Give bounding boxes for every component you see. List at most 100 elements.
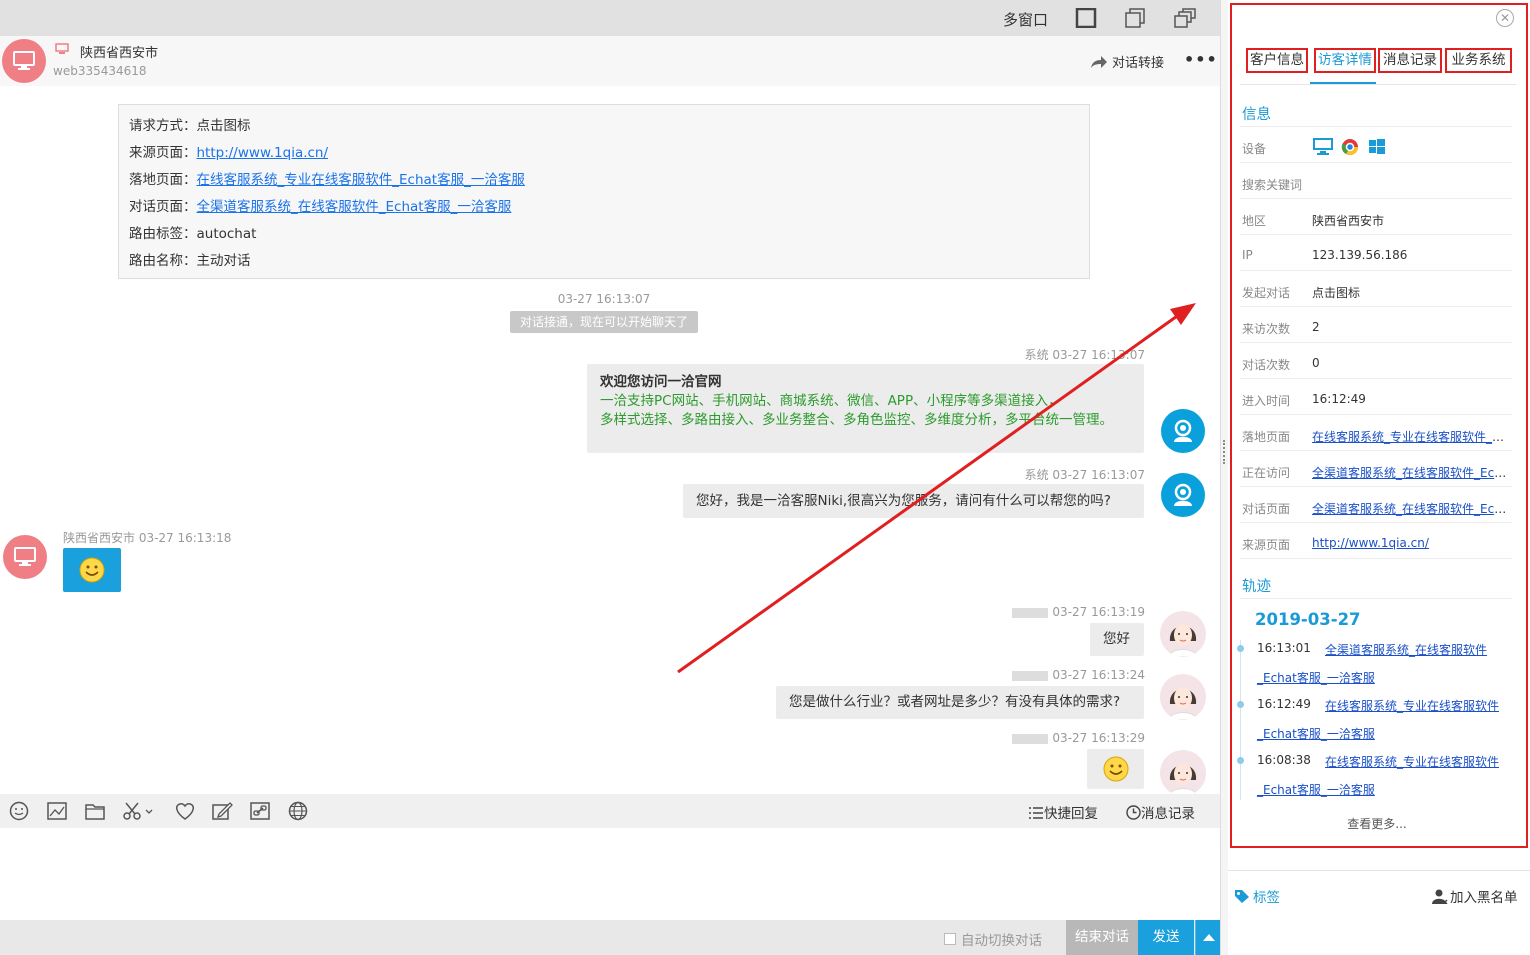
device-icons [1312, 136, 1510, 159]
agent-message-bubble [1087, 749, 1144, 789]
tab-message-log[interactable]: 消息记录 [1378, 48, 1442, 73]
landing-page-link[interactable]: 在线客服系统_专业在线客服软件_Echat客服_一洽客服 [197, 172, 525, 188]
tab-divider [1240, 84, 1516, 85]
timeline-dot [1237, 645, 1244, 652]
welcome-title: 欢迎您访问一洽官网 [600, 374, 722, 390]
timeline-dot [1237, 757, 1244, 764]
blurred-agent-name [1012, 670, 1049, 681]
see-more-link[interactable]: 查看更多... [1228, 815, 1526, 832]
multi-window-label[interactable]: 多窗口 [1003, 9, 1048, 30]
greeting-message-bubble: 您好，我是一洽客服Niki,很高兴为您服务，请问有什么可以帮您的吗? [683, 484, 1144, 518]
info-row-request: 请求方式：点击图标 [129, 118, 251, 134]
panel-splitter[interactable] [1220, 0, 1228, 955]
agent-message-bubble: 您是做什么行业？或者网址是多少？有没有具体的需求? [776, 686, 1144, 719]
agent-message-bubble: 您好 [1090, 623, 1144, 656]
triple-window-icon[interactable] [1174, 8, 1196, 28]
drag-handle[interactable] [1223, 440, 1225, 464]
welcome-line: 一洽支持PC网站、手机网站、商城系统、微信、APP、小程序等多渠道接入， [600, 393, 1062, 409]
visitor-avatar [2, 39, 46, 83]
info-row-current: 正在访问 全渠道客服系统_在线客服软件_Ech... [1240, 451, 1512, 487]
window-topbar: 多窗口 [0, 0, 1220, 36]
link-icon[interactable] [249, 801, 271, 821]
info-row-route-tag: 路由标签：autochat [129, 226, 257, 242]
windows-icon [1368, 139, 1385, 154]
screenshot-icon[interactable] [122, 801, 154, 821]
double-window-icon[interactable] [1124, 8, 1146, 28]
track-date: 2019-03-27 [1255, 610, 1361, 629]
share-arrow-icon [1091, 55, 1107, 68]
user-block-icon [1432, 889, 1448, 904]
composer-bottom-bar: 自动切换对话 结束对话 发送 [0, 920, 1220, 955]
message-input[interactable] [0, 828, 1220, 920]
add-blacklist-button[interactable]: 加入黑名单 [1432, 886, 1518, 906]
track-link[interactable]: _Echat客服_一洽客服 [1257, 725, 1375, 742]
chat-area: 多窗口 陕西省西安市 web335434618 对话转接 ••• 请求方式：点击… [0, 0, 1220, 955]
more-options-button[interactable]: ••• [1184, 50, 1218, 69]
message-meta: 03-27 16:13:29 [1000, 731, 1145, 745]
close-panel-button[interactable]: ✕ [1496, 9, 1514, 27]
track-section-title: 轨迹 [1242, 579, 1271, 595]
system-note: 对话接通，现在可以开始聊天了 [510, 311, 698, 333]
source-page-link[interactable]: http://www.1qia.cn/ [197, 145, 329, 161]
track-link[interactable]: _Echat客服_一洽客服 [1257, 669, 1375, 686]
landing-page-link[interactable]: 在线客服系统_专业在线客服软件_E... [1312, 430, 1510, 444]
edit-icon[interactable] [211, 801, 233, 821]
pc-device-icon [55, 43, 69, 59]
current-page-link[interactable]: 全渠道客服系统_在线客服软件_Ech... [1312, 466, 1510, 480]
info-row-route-name: 路由名称：主动对话 [129, 253, 251, 269]
smile-emoji-icon [79, 557, 105, 583]
info-row-source: 来源页面：http://www.1qia.cn/ [129, 145, 329, 161]
info-row-chat-page: 对话页面：全渠道客服系统_在线客服软件_Echat客服_一洽客服 [129, 199, 512, 215]
quick-reply-button[interactable]: 快捷回复 [1028, 802, 1098, 822]
monitor-icon [13, 51, 35, 70]
end-chat-button[interactable]: 结束对话 [1066, 920, 1138, 955]
track-time: 16:12:49 [1257, 697, 1311, 711]
globe-icon[interactable] [287, 801, 309, 821]
info-row-keyword: 搜索关键词 [1240, 163, 1512, 199]
info-row-region: 地区 陕西省西安市 [1240, 199, 1512, 235]
composer-toolbar: 快捷回复 消息记录 [0, 794, 1220, 828]
track-link[interactable]: _Echat客服_一洽客服 [1257, 781, 1375, 798]
auto-switch-checkbox[interactable]: 自动切换对话 [944, 929, 1042, 949]
desktop-icon [1313, 138, 1333, 155]
chat-header: 陕西省西安市 web335434618 对话转接 ••• [0, 36, 1220, 86]
chat-page-link[interactable]: 全渠道客服系统_在线客服软件_Echat客服_一洽客服 [197, 199, 512, 215]
tab-business-system[interactable]: 业务系统 [1445, 48, 1512, 73]
info-row-device: 设备 [1240, 127, 1512, 163]
tab-visitor-details[interactable]: 访客详情 [1314, 48, 1376, 73]
info-row-source: 来源页面 http://www.1qia.cn/ [1240, 523, 1512, 559]
visitor-message-bubble [63, 548, 121, 592]
info-row-entry-time: 进入时间 16:12:49 [1240, 379, 1512, 415]
welcome-line: 多样式选择、多路由接入、多业务整合、多角色监控、多维度分析，多平台统一管理。 [600, 412, 1113, 428]
message-meta: 03-27 16:13:24 [1000, 668, 1145, 682]
agent-avatar [1160, 674, 1206, 720]
source-page-link[interactable]: http://www.1qia.cn/ [1312, 536, 1429, 550]
heart-icon[interactable] [173, 801, 197, 821]
tags-button[interactable]: 标签 [1234, 886, 1280, 906]
emoji-icon[interactable] [8, 801, 30, 821]
info-row-chat-count: 对话次数 0 [1240, 343, 1512, 379]
visitor-details-panel: ✕ 客户信息 访客详情 消息记录 业务系统 信息 设备 搜索关键词 地区 陕西省西… [1228, 0, 1530, 955]
message-meta: 系统 03-27 16:13:07 [1024, 468, 1145, 482]
message-meta: 系统 03-27 16:13:07 [1024, 348, 1145, 362]
info-row-initiate: 发起对话 点击图标 [1240, 271, 1512, 307]
track-time: 16:08:38 [1257, 753, 1311, 767]
track-link[interactable]: 全渠道客服系统_在线客服软件 [1325, 641, 1487, 658]
single-window-icon[interactable] [1075, 7, 1097, 29]
message-log-button[interactable]: 消息记录 [1126, 802, 1195, 822]
folder-icon[interactable] [84, 801, 106, 821]
info-row-ip: IP 123.139.56.186 [1240, 235, 1512, 271]
agent-avatar [1160, 750, 1206, 796]
track-link[interactable]: 在线客服系统_专业在线客服软件 [1325, 753, 1499, 770]
chat-page-link[interactable]: 全渠道客服系统_在线客服软件_Ech... [1312, 502, 1510, 516]
send-options-dropdown[interactable] [1195, 920, 1220, 955]
blurred-agent-name [1012, 733, 1049, 744]
transfer-chat-button[interactable]: 对话转接 [1090, 52, 1164, 71]
track-link[interactable]: 在线客服系统_专业在线客服软件 [1325, 697, 1499, 714]
visitor-avatar [3, 535, 47, 579]
image-icon[interactable] [46, 801, 68, 821]
tab-customer-info[interactable]: 客户信息 [1246, 48, 1308, 73]
clock-icon [1126, 805, 1141, 820]
checkbox-box[interactable] [944, 933, 956, 945]
send-button[interactable]: 发送 [1138, 920, 1194, 955]
